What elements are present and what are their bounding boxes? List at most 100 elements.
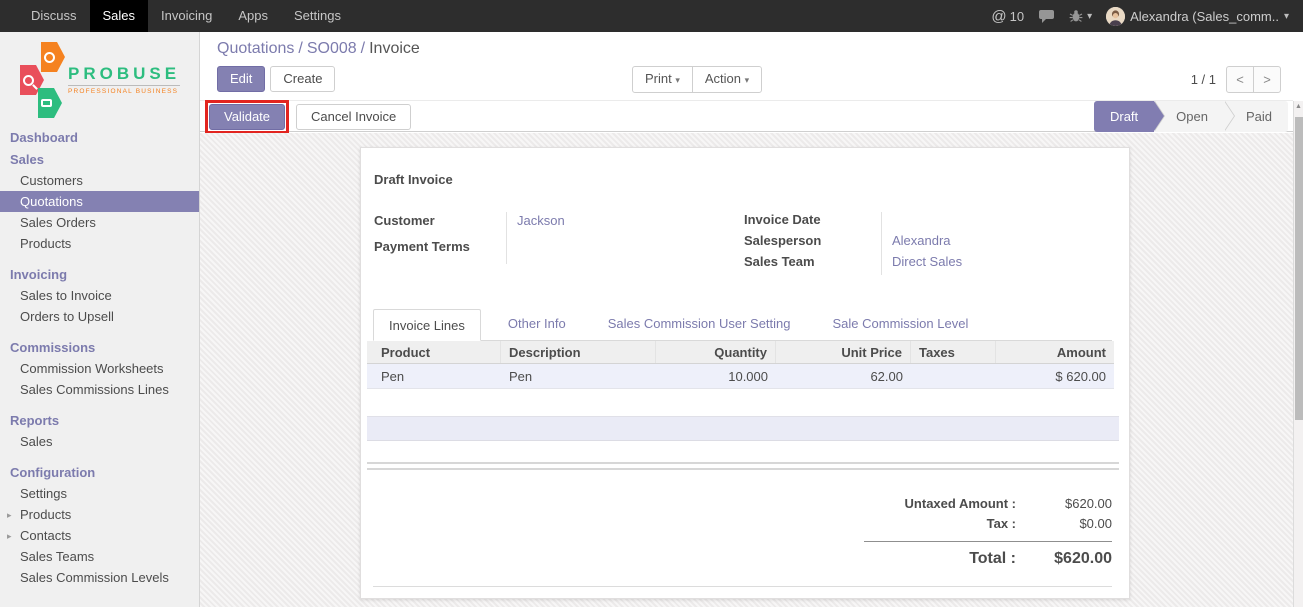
status-pipeline: Draft Open Paid: [1094, 101, 1288, 132]
tax-label: Tax :: [864, 514, 1028, 534]
sidebar-header-configuration[interactable]: Configuration: [0, 461, 199, 483]
print-dropdown[interactable]: Print ▾: [632, 66, 693, 93]
topbar: Discuss Sales Invoicing Apps Settings @ …: [0, 0, 1303, 32]
app-logo: PROBUSE PROFESSIONAL BUSINESS: [0, 32, 199, 124]
totals-block: Untaxed Amount : $620.00 Tax : $0.00 Tot…: [864, 494, 1112, 567]
tab-invoice-lines[interactable]: Invoice Lines: [373, 309, 481, 341]
untaxed-amount-label: Untaxed Amount :: [864, 494, 1028, 514]
sidebar-header-invoicing[interactable]: Invoicing: [0, 263, 199, 285]
sidebar-header-reports[interactable]: Reports: [0, 409, 199, 431]
sidebar-item-label: Products: [20, 507, 71, 522]
menu-sales[interactable]: Sales: [90, 0, 149, 32]
pager: 1 / 1 < >: [1191, 66, 1281, 93]
sidebar-item-quotations[interactable]: Quotations: [0, 191, 199, 212]
mention-counter[interactable]: @ 10: [991, 8, 1024, 25]
action-dropdown[interactable]: Action ▾: [692, 66, 762, 93]
tab-sales-commission-user-setting[interactable]: Sales Commission User Setting: [593, 308, 806, 340]
logo-text: PROBUSE PROFESSIONAL BUSINESS: [68, 64, 180, 95]
chevron-down-icon: ▾: [745, 75, 750, 85]
pager-count: 1 / 1: [1191, 72, 1216, 87]
sales-team-value-link[interactable]: Direct Sales: [881, 254, 1104, 275]
horizontal-scrollbar[interactable]: [367, 462, 1119, 470]
salesperson-value-link[interactable]: Alexandra: [881, 233, 1104, 254]
field-group-left: Customer Jackson Payment Terms: [374, 212, 704, 264]
tab-sale-commission-level[interactable]: Sale Commission Level: [818, 308, 984, 340]
statusbar: Validate Cancel Invoice Draft Open Paid: [200, 100, 1293, 132]
menu-apps[interactable]: Apps: [225, 0, 281, 32]
record-buttons: Edit Create: [217, 66, 335, 92]
sidebar-item-products[interactable]: Products: [0, 233, 199, 254]
invoice-title: Draft Invoice: [374, 172, 453, 187]
logo-title: PROBUSE: [68, 64, 180, 83]
vertical-scrollbar[interactable]: ▲: [1293, 101, 1303, 607]
expand-arrow-icon[interactable]: ▸: [7, 508, 12, 523]
sidebar-item-sales-orders[interactable]: Sales Orders: [0, 212, 199, 233]
chat-icon[interactable]: [1038, 9, 1055, 24]
debug-menu[interactable]: ▾: [1069, 9, 1092, 23]
highlight-box: Validate: [205, 100, 289, 134]
pager-previous-button[interactable]: <: [1226, 66, 1254, 93]
create-button[interactable]: Create: [270, 66, 335, 92]
payment-terms-label: Payment Terms: [374, 238, 506, 264]
breadcrumb-separator: /: [294, 40, 306, 57]
sidebar-item-commission-worksheets[interactable]: Commission Worksheets: [0, 358, 199, 379]
total-value: $620.00: [1028, 547, 1112, 571]
table-header-row: Product Description Quantity Unit Price …: [367, 341, 1114, 364]
sales-team-label: Sales Team: [744, 254, 881, 275]
breadcrumb-so008[interactable]: SO008: [307, 40, 357, 57]
pager-next-button[interactable]: >: [1253, 66, 1281, 93]
invoice-sheet: Draft Invoice Customer Jackson Payment T…: [360, 147, 1130, 599]
sidebar-header-commissions[interactable]: Commissions: [0, 336, 199, 358]
sidebar-item-settings[interactable]: Settings: [0, 483, 199, 504]
action-buttons: Print ▾ Action ▾: [632, 66, 762, 93]
cell-taxes: [911, 364, 996, 388]
sidebar-item-contacts[interactable]: ▸Contacts: [0, 525, 199, 546]
field-sales-team: Sales Team Direct Sales: [744, 254, 1104, 275]
sidebar-item-sales-teams[interactable]: Sales Teams: [0, 546, 199, 567]
menu-settings[interactable]: Settings: [281, 0, 354, 32]
cell-description: Pen: [501, 364, 656, 388]
tab-other-info[interactable]: Other Info: [493, 308, 581, 340]
edit-button[interactable]: Edit: [217, 66, 265, 92]
sidebar-item-config-products[interactable]: ▸ Products: [0, 504, 199, 525]
column-quantity: Quantity: [656, 341, 776, 363]
menu-invoicing[interactable]: Invoicing: [148, 0, 225, 32]
at-icon: @: [991, 8, 1006, 25]
user-menu[interactable]: Alexandra (Sales_comm.. ▾: [1106, 7, 1289, 26]
cell-amount: $ 620.00: [996, 364, 1114, 388]
cell-product: Pen: [367, 364, 501, 388]
table-row[interactable]: Pen Pen 10.000 62.00 $ 620.00: [367, 364, 1114, 389]
column-unit-price: Unit Price: [776, 341, 911, 363]
validate-button[interactable]: Validate: [209, 104, 285, 130]
logo-hexagon-gear: [33, 42, 65, 72]
cancel-invoice-button[interactable]: Cancel Invoice: [296, 104, 411, 130]
form-view: Draft Invoice Customer Jackson Payment T…: [200, 133, 1303, 607]
sidebar-item-dashboard[interactable]: Dashboard: [0, 126, 199, 148]
sidebar-item-sales-to-invoice[interactable]: Sales to Invoice: [0, 285, 199, 306]
breadcrumb-quotations[interactable]: Quotations: [217, 40, 294, 57]
sidebar-item-customers[interactable]: Customers: [0, 170, 199, 191]
invoice-date-value: [881, 212, 1104, 233]
sidebar-item-sales-commissions-lines[interactable]: Sales Commissions Lines: [0, 379, 199, 400]
field-invoice-date: Invoice Date: [744, 212, 1104, 233]
tax-row: Tax : $0.00: [864, 514, 1112, 534]
action-label: Action: [705, 71, 741, 86]
logo-subtitle: PROFESSIONAL BUSINESS: [68, 85, 180, 95]
field-payment-terms: Payment Terms: [374, 238, 704, 264]
sidebar-item-reports-sales[interactable]: Sales: [0, 431, 199, 452]
scroll-up-arrow-icon[interactable]: ▲: [1294, 103, 1303, 110]
field-salesperson: Salesperson Alexandra: [744, 233, 1104, 254]
untaxed-amount-row: Untaxed Amount : $620.00: [864, 494, 1112, 514]
status-draft[interactable]: Draft: [1094, 101, 1154, 132]
sidebar-header-sales[interactable]: Sales: [0, 148, 199, 170]
salesperson-label: Salesperson: [744, 233, 881, 254]
scrollbar-thumb[interactable]: [1295, 117, 1303, 420]
expand-arrow-icon[interactable]: ▸: [7, 529, 12, 544]
topbar-right: @ 10 ▾ Alexandra (Sales_comm.. ▾: [991, 0, 1303, 32]
sidebar-item-sales-commission-levels[interactable]: Sales Commission Levels: [0, 567, 199, 588]
menu-discuss[interactable]: Discuss: [18, 0, 90, 32]
breadcrumb-separator: /: [357, 40, 369, 57]
chevron-down-icon: ▾: [1284, 11, 1289, 22]
customer-value-link[interactable]: Jackson: [506, 212, 704, 238]
sidebar-item-orders-to-upsell[interactable]: Orders to Upsell: [0, 306, 199, 327]
